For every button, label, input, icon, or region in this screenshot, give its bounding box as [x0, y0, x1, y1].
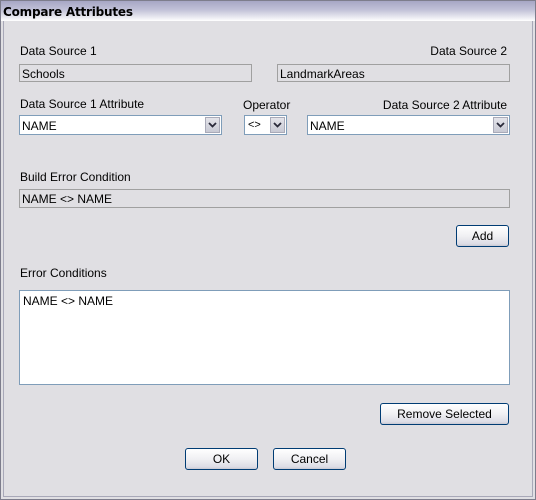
data-source-2-label: Data Source 2 — [430, 44, 507, 58]
dropdown-button[interactable] — [270, 117, 285, 133]
dropdown-button[interactable] — [205, 117, 220, 133]
remove-selected-button[interactable]: Remove Selected — [380, 403, 509, 425]
list-item[interactable]: NAME <> NAME — [23, 294, 113, 308]
data-source-2-attribute-select[interactable]: NAME — [307, 115, 510, 135]
data-source-1-field: Schools — [19, 64, 252, 82]
error-conditions-list[interactable]: NAME <> NAME — [19, 290, 510, 385]
window-title: Compare Attributes — [3, 5, 133, 19]
chevron-down-icon — [208, 122, 217, 128]
error-conditions-label: Error Conditions — [20, 266, 107, 280]
ok-button[interactable]: OK — [185, 448, 258, 470]
compare-attributes-dialog: Compare Attributes Data Source 1 Schools… — [0, 0, 536, 500]
operator-value: <> — [248, 119, 261, 131]
chevron-down-icon — [496, 122, 505, 128]
data-source-1-attribute-label: Data Source 1 Attribute — [20, 97, 145, 111]
chevron-down-icon — [273, 122, 282, 128]
data-source-2-field: LandmarkAreas — [277, 64, 510, 82]
data-source-1-attribute-select[interactable]: NAME — [19, 115, 222, 135]
data-source-2-attribute-value: NAME — [310, 119, 345, 133]
data-source-2-attribute-label: Data Source 2 Attribute — [382, 98, 507, 112]
build-error-condition-label: Build Error Condition — [20, 170, 131, 184]
title-bar[interactable]: Compare Attributes — [1, 1, 535, 21]
data-source-1-attribute-value: NAME — [22, 119, 57, 133]
build-error-condition-field: NAME <> NAME — [19, 189, 510, 208]
cancel-button[interactable]: Cancel — [273, 448, 346, 470]
data-source-1-label: Data Source 1 — [20, 44, 97, 58]
dialog-frame — [3, 21, 533, 497]
add-button[interactable]: Add — [456, 225, 509, 247]
operator-select[interactable]: <> — [244, 115, 287, 135]
dropdown-button[interactable] — [493, 117, 508, 133]
operator-label: Operator — [243, 98, 291, 112]
